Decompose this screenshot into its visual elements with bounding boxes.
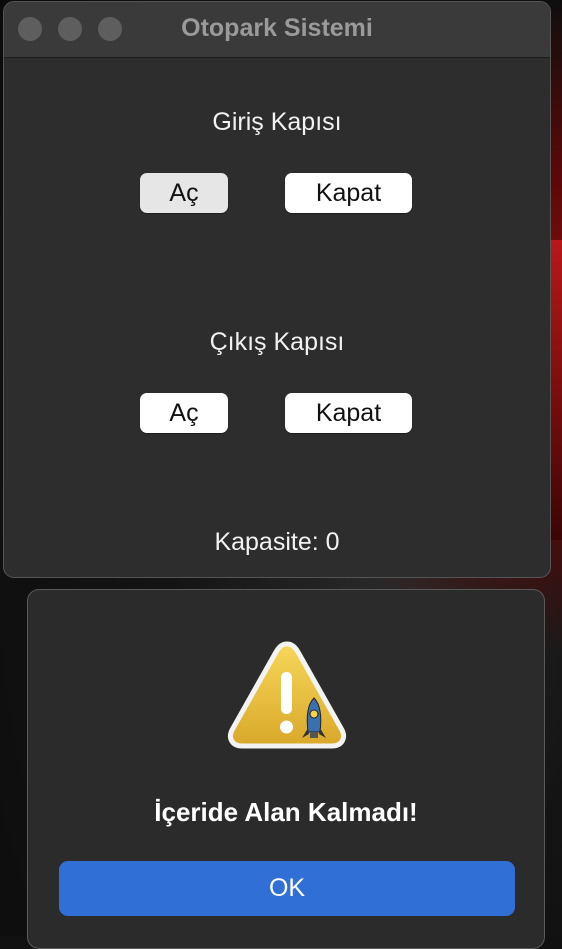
entry-gate-open-button[interactable]: Aç	[140, 173, 228, 213]
app-window: Otopark Sistemi Giriş Kapısı Aç Kapat Çı…	[3, 1, 551, 578]
entry-gate-title: Giriş Kapısı	[212, 108, 342, 136]
entry-gate-close-button[interactable]: Kapat	[285, 173, 412, 213]
exit-gate-close-button[interactable]: Kapat	[285, 393, 412, 433]
titlebar: Otopark Sistemi	[4, 2, 550, 58]
window-title: Otopark Sistemi	[181, 14, 373, 42]
alert-dialog: İçeride Alan Kalmadı! OK	[27, 589, 545, 949]
ok-button[interactable]: OK	[59, 861, 515, 916]
warning-icon	[226, 638, 348, 756]
exit-gate-open-button[interactable]: Aç	[140, 393, 228, 433]
exit-gate-title: Çıkış Kapısı	[209, 328, 345, 356]
capacity-label: Kapasite: 0	[214, 528, 340, 556]
alert-message: İçeride Alan Kalmadı!	[154, 797, 418, 827]
